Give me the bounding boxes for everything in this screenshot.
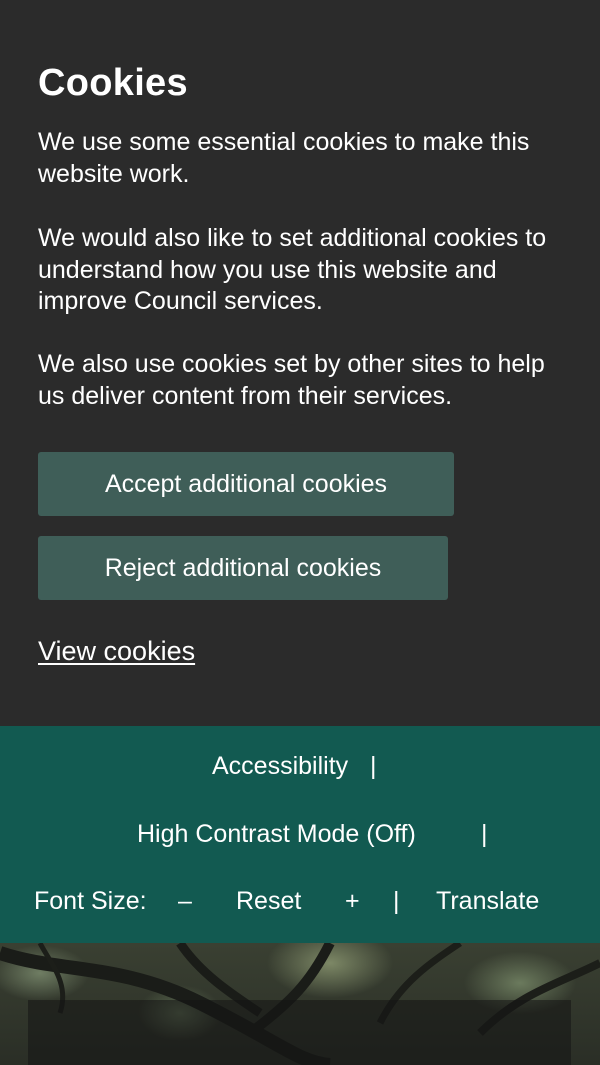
high-contrast-toggle[interactable]: High Contrast Mode (Off) (137, 820, 416, 849)
view-cookies-link[interactable]: View cookies (38, 636, 195, 667)
toolbar-separator: | (393, 887, 400, 915)
hero-image (0, 943, 600, 1065)
cookie-banner-title: Cookies (38, 62, 188, 104)
increase-font-button[interactable]: + (345, 887, 360, 916)
accept-cookies-button[interactable]: Accept additional cookies (38, 452, 454, 516)
accessibility-link[interactable]: Accessibility (212, 752, 348, 781)
decrease-font-button[interactable]: – (178, 887, 192, 916)
reset-font-button[interactable]: Reset (236, 887, 301, 916)
cookie-additional-text: We would also like to set additional coo… (38, 224, 547, 315)
translate-link[interactable]: Translate (436, 887, 539, 916)
toolbar-separator: | (481, 820, 488, 848)
hero-overlay-panel (28, 1000, 571, 1065)
cookie-banner: Cookies We use some essential cookies to… (0, 0, 600, 726)
cookie-essential-text: We use some essential cookies to make th… (38, 128, 530, 188)
font-size-label: Font Size: (34, 887, 147, 915)
toolbar-separator: | (370, 752, 377, 780)
cookie-third-party-text: We also use cookies set by other sites t… (38, 350, 545, 410)
reject-cookies-button[interactable]: Reject additional cookies (38, 536, 448, 600)
